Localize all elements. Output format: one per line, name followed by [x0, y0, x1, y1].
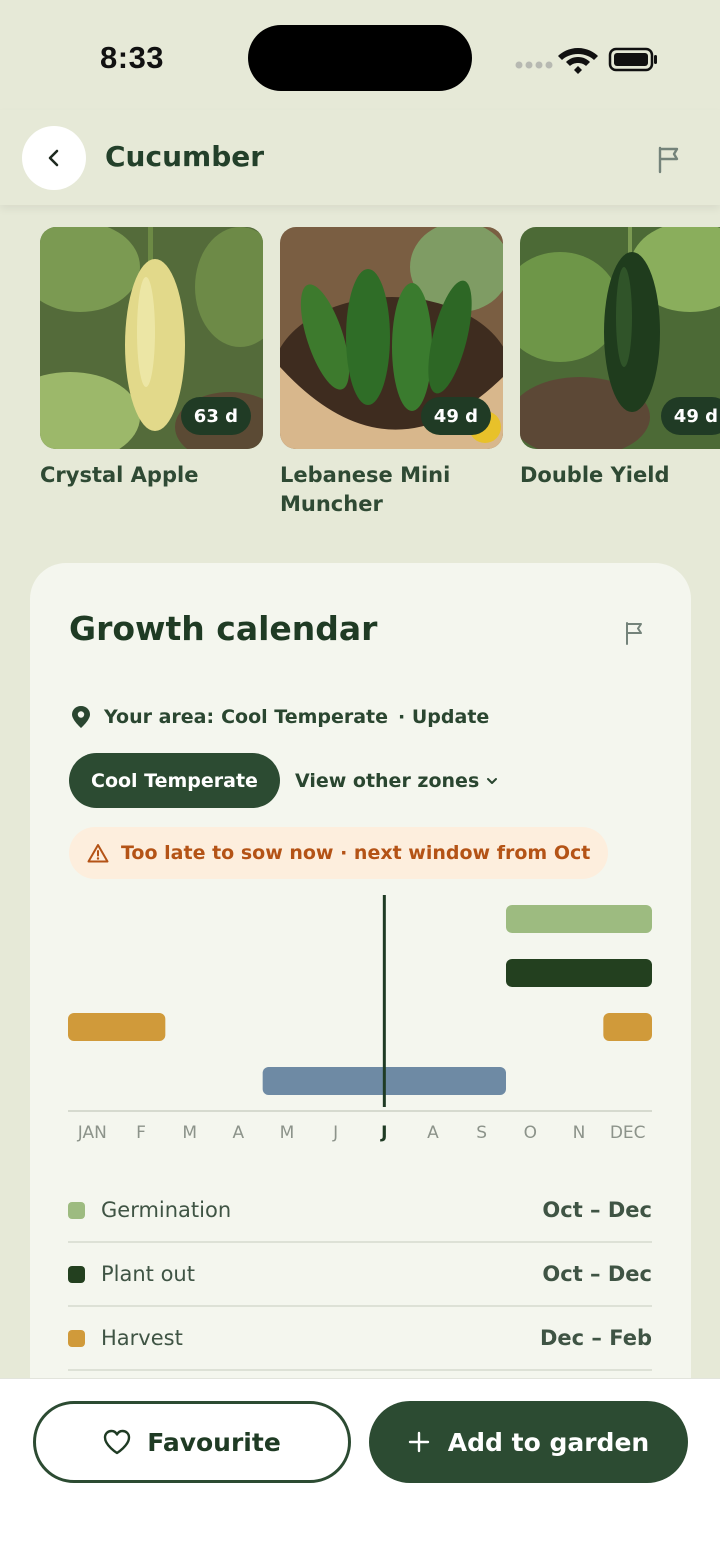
variety-name: Crystal Apple: [40, 463, 199, 487]
app-header: Cucumber: [0, 110, 720, 205]
legend-list: Germination Oct – Dec Plant out Oct – De…: [68, 1179, 652, 1371]
month-tick-label: M: [280, 1123, 295, 1143]
legend-range: Oct – Dec: [542, 1262, 652, 1286]
days-badge: 49 d: [660, 397, 720, 435]
legend-label: Germination: [101, 1198, 232, 1222]
bottom-action-bar: Favourite Add to garden: [0, 1378, 720, 1565]
month-tick-label: A: [233, 1123, 245, 1143]
growth-chart: JAN F M A M J J A S O N DEC: [68, 895, 652, 1143]
legend-swatch: [68, 1201, 85, 1219]
variety-card[interactable]: 63 d Crystal Apple: [40, 227, 263, 490]
add-to-garden-button[interactable]: Add to garden: [369, 1401, 688, 1483]
chevron-down-icon: [487, 777, 498, 784]
flag-icon[interactable]: [655, 144, 685, 174]
variety-card[interactable]: 49 d Double Yield: [520, 227, 720, 490]
dynamic-island: [248, 25, 472, 91]
add-to-garden-label: Add to garden: [447, 1427, 650, 1457]
legend-range: Oct – Dec: [542, 1198, 652, 1222]
month-tick-label: J: [380, 1123, 387, 1143]
month-tick-label: DEC: [610, 1123, 646, 1143]
view-other-zones-label: View other zones: [294, 769, 480, 792]
legend-row-germination: Germination Oct – Dec: [68, 1179, 652, 1243]
chart-bar-germination: [506, 905, 652, 933]
month-tick-label: A: [427, 1123, 439, 1143]
favourite-button[interactable]: Favourite: [33, 1401, 351, 1483]
page-title: Cucumber: [105, 140, 265, 173]
chevron-left-icon: [48, 149, 59, 167]
plus-icon: [408, 1431, 429, 1453]
sowing-warning-banner: Too late to sow now · next window from O…: [69, 827, 609, 879]
area-label: Your area:: [104, 706, 215, 728]
growth-calendar-panel: Growth calendar Your area: Cool Temperat…: [30, 563, 691, 1463]
month-tick-label: N: [573, 1123, 586, 1143]
status-time: 8:33: [100, 40, 165, 75]
month-tick-label: M: [182, 1123, 197, 1143]
zone-chip-selected[interactable]: Cool Temperate: [69, 753, 280, 808]
warning-icon: [87, 844, 109, 863]
chart-bar-harvest: [68, 1013, 166, 1041]
favourite-label: Favourite: [147, 1427, 281, 1457]
variety-image: 49 d: [520, 227, 720, 449]
variety-name: Lebanese Mini Muncher: [280, 463, 451, 516]
section-title: Growth calendar: [69, 609, 378, 648]
variety-image: 49 d: [280, 227, 503, 449]
variety-name: Double Yield: [520, 463, 670, 487]
zone-selector: Cool Temperate View other zones: [69, 753, 499, 808]
area-row: Your area: Cool Temperate · Update: [70, 705, 489, 729]
flag-icon[interactable]: [623, 620, 647, 646]
month-tick-label: F: [136, 1123, 146, 1143]
chart-bar-harvest: [603, 1013, 652, 1041]
legend-row-plant-out: Plant out Oct – Dec: [68, 1243, 652, 1307]
battery-icon: [608, 47, 657, 72]
month-tick-label: J: [332, 1123, 338, 1143]
legend-label: Harvest: [101, 1326, 183, 1350]
area-value: Cool Temperate: [221, 706, 389, 728]
heart-icon: [104, 1429, 131, 1455]
variety-image: 63 d: [40, 227, 263, 449]
variety-carousel[interactable]: 63 d Crystal Apple 49 d Lebanese Mini Mu…: [0, 227, 720, 527]
variety-card[interactable]: 49 d Lebanese Mini Muncher: [280, 227, 503, 519]
update-link[interactable]: · Update: [398, 706, 489, 728]
month-tick-label: S: [476, 1123, 487, 1143]
month-tick-label: O: [524, 1123, 537, 1143]
status-icons: [515, 47, 657, 74]
legend-range: Dec – Feb: [539, 1326, 652, 1350]
legend-row-harvest: Harvest Dec – Feb: [68, 1307, 652, 1371]
status-bar: 8:33: [0, 0, 720, 110]
location-pin-icon: [72, 706, 90, 728]
days-badge: 63 d: [180, 397, 251, 435]
warning-text: Too late to sow now · next window from O…: [121, 842, 591, 864]
signal-icon: [515, 61, 553, 69]
back-button[interactable]: [22, 126, 86, 190]
days-badge: 49 d: [420, 397, 491, 435]
wifi-icon: [558, 48, 598, 74]
view-other-zones-button[interactable]: View other zones: [295, 770, 499, 792]
legend-label: Plant out: [101, 1262, 195, 1286]
month-tick-label: JAN: [77, 1123, 107, 1143]
legend-swatch: [68, 1329, 85, 1347]
legend-swatch: [68, 1265, 85, 1283]
chart-bar-plant-out: [506, 959, 652, 987]
